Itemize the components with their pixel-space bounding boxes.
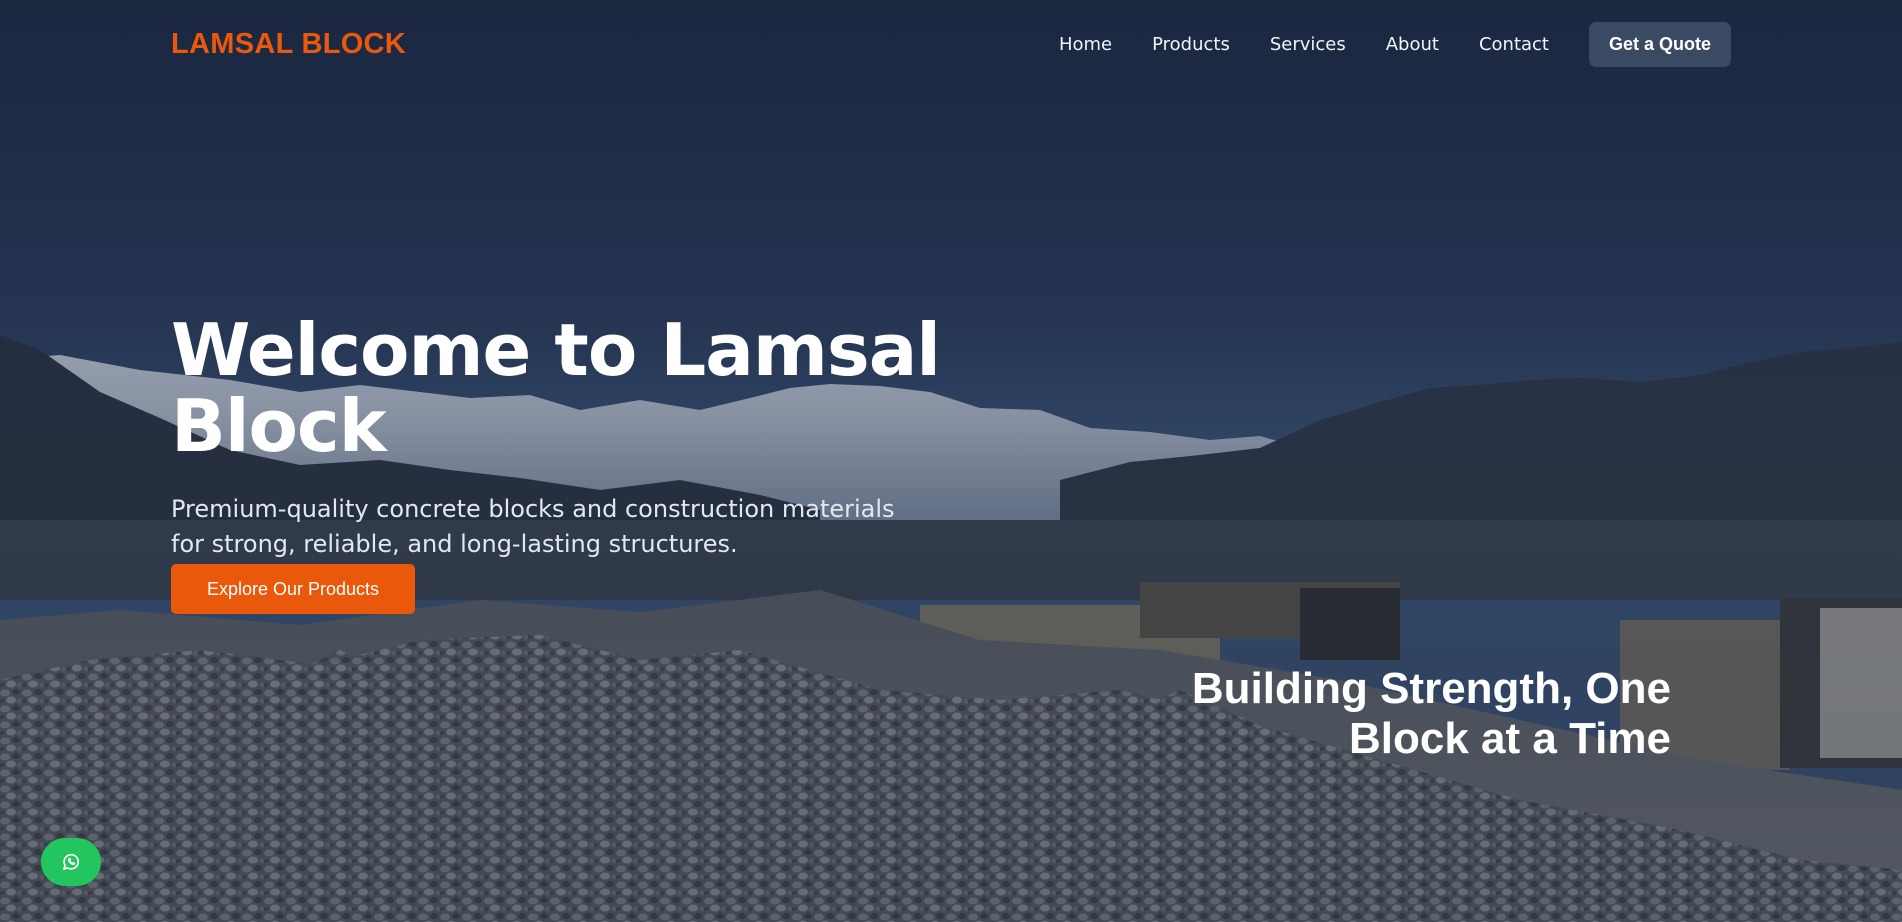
whatsapp-chat-button[interactable] bbox=[41, 838, 101, 886]
whatsapp-icon bbox=[63, 853, 80, 870]
nav-link-contact[interactable]: Contact bbox=[1479, 34, 1549, 55]
nav-menu: Home Products Services About Contact Get… bbox=[1059, 21, 1731, 67]
hero-content: Welcome to Lamsal Block Premium-quality … bbox=[171, 312, 971, 614]
nav-link-products[interactable]: Products bbox=[1152, 34, 1230, 55]
nav-link-services[interactable]: Services bbox=[1270, 34, 1346, 55]
hero-title: Welcome to Lamsal Block bbox=[171, 308, 941, 468]
hero-section: LAMSAL BLOCK Home Products Services Abou… bbox=[0, 0, 1902, 922]
hero-subtitle: Premium-quality concrete blocks and cons… bbox=[171, 495, 895, 558]
hero-tagline: Building Strength, One Block at a Time bbox=[1191, 664, 1671, 763]
site-logo[interactable]: LAMSAL BLOCK bbox=[171, 28, 406, 61]
get-a-quote-button[interactable]: Get a Quote bbox=[1588, 21, 1731, 67]
top-navigation: LAMSAL BLOCK Home Products Services Abou… bbox=[0, 0, 1902, 88]
nav-link-about[interactable]: About bbox=[1386, 34, 1439, 55]
explore-products-button[interactable]: Explore Our Products bbox=[171, 564, 415, 614]
nav-link-home[interactable]: Home bbox=[1059, 34, 1112, 55]
